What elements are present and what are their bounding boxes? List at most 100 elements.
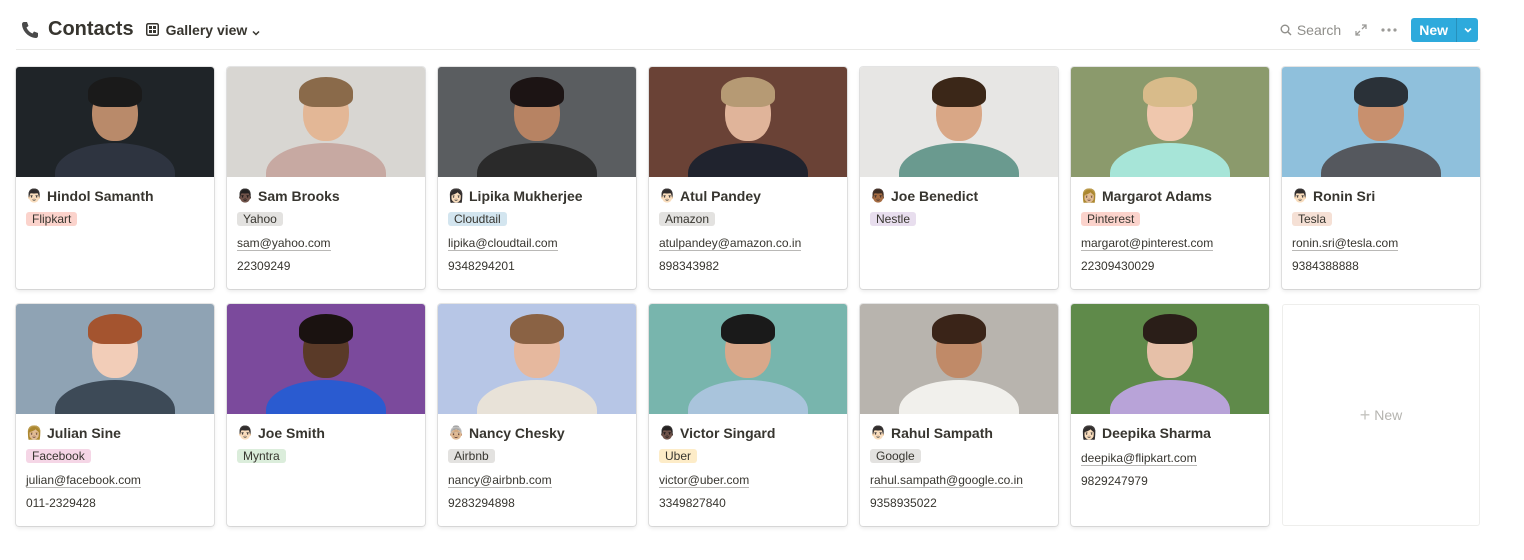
contact-emoji-icon: 👨🏿: [659, 425, 676, 441]
phone-field: 898343982: [659, 259, 720, 273]
more-icon[interactable]: [1381, 28, 1397, 32]
company-tag: Airbnb: [448, 449, 495, 463]
email-text: lipika@cloudtail.com: [448, 236, 558, 251]
card-body: 👨🏿 Sam Brooks Yahoo sam@yahoo.com 22309249: [227, 177, 425, 274]
contact-emoji-icon: 👩🏼: [26, 425, 43, 441]
contact-photo: [438, 304, 636, 414]
phone-field: 9358935022: [870, 496, 937, 510]
name-row: 👩🏼 Margarot Adams: [1081, 186, 1259, 206]
view-label: Gallery view: [165, 21, 248, 38]
card-body: 👩🏼 Margarot Adams Pinterest margarot@pinter…: [1071, 177, 1269, 274]
contact-photo: [649, 304, 847, 414]
company-tag: Facebook: [26, 449, 91, 463]
expand-icon[interactable]: [1355, 24, 1367, 36]
photo-body: [899, 380, 1019, 414]
phone-field: 9348294201: [448, 259, 515, 273]
plus-icon: +: [1359, 404, 1371, 425]
email-field[interactable]: ronin.sri@tesla.com: [1292, 236, 1470, 251]
email-field[interactable]: rahul.sampath@google.co.in: [870, 473, 1048, 488]
phone-field: 9283294898: [448, 496, 515, 510]
company-tag: Amazon: [659, 212, 716, 226]
card-body: 👵🏼 Nancy Chesky Airbnb nancy@airbnb.com 9283…: [438, 414, 636, 511]
email-text: deepika@flipkart.com: [1081, 451, 1197, 466]
contact-photo: [227, 67, 425, 177]
email-field[interactable]: julian@facebook.com: [26, 473, 204, 488]
company-tag: Pinterest: [1081, 212, 1141, 226]
contact-card[interactable]: 👨🏻 Ronin Sri Tesla ronin.sri@tesla.com 93843…: [1282, 67, 1480, 289]
card-body: 👩🏻 Deepika Sharma deepika@flipkart.com 9829…: [1071, 414, 1269, 489]
contact-card[interactable]: 👨🏿 Sam Brooks Yahoo sam@yahoo.com 22309249: [227, 67, 425, 289]
phone-field: 3349827840: [659, 496, 726, 510]
contact-name: Rahul Sampath: [891, 425, 993, 441]
contact-emoji-icon: 👵🏼: [448, 425, 465, 441]
photo-body: [688, 380, 808, 414]
email-text: atulpandey@amazon.co.in: [659, 236, 802, 251]
name-row: 👨🏻 Rahul Sampath: [870, 423, 1048, 443]
chevron-down-icon: [251, 25, 261, 36]
contact-emoji-icon: 👨🏿: [237, 188, 254, 204]
contact-emoji-icon: 👩🏻: [1081, 425, 1098, 441]
phone-field: 22309249: [237, 259, 291, 273]
name-row: 👨🏿 Victor Singard: [659, 423, 837, 443]
page-header: Contacts Gallery view Search New: [16, 14, 1480, 50]
contact-card[interactable]: 👨🏻 Joe Smith Myntra: [227, 304, 425, 526]
email-field[interactable]: nancy@airbnb.com: [448, 473, 626, 488]
photo-body: [477, 380, 597, 414]
name-row: 👨🏿 Sam Brooks: [237, 186, 415, 206]
contact-card[interactable]: 👩🏼 Margarot Adams Pinterest margarot@pinter…: [1071, 67, 1269, 289]
contact-card[interactable]: 👩🏻 Deepika Sharma deepika@flipkart.com 9829…: [1071, 304, 1269, 526]
contact-card[interactable]: 👨🏿 Victor Singard Uber victor@uber.com 33498…: [649, 304, 847, 526]
contact-emoji-icon: 👨🏾: [870, 188, 887, 204]
company-tag: Nestle: [870, 212, 917, 226]
contact-emoji-icon: 👨🏻: [26, 188, 43, 204]
contact-card[interactable]: 👩🏻 Lipika Mukherjee Cloudtail lipika@cloudt…: [438, 67, 636, 289]
contact-photo: [649, 67, 847, 177]
email-field[interactable]: deepika@flipkart.com: [1081, 451, 1259, 466]
new-options-button[interactable]: [1456, 18, 1478, 42]
email-field[interactable]: victor@uber.com: [659, 473, 837, 488]
contact-emoji-icon: 👨🏻: [870, 425, 887, 441]
contact-name: Sam Brooks: [258, 188, 340, 204]
card-body: 👩🏻 Lipika Mukherjee Cloudtail lipika@cloudt…: [438, 177, 636, 274]
name-row: 👨🏻 Hindol Samanth: [26, 186, 204, 206]
contact-emoji-icon: 👨🏻: [659, 188, 676, 204]
email-text: victor@uber.com: [659, 473, 750, 488]
photo-body: [1110, 143, 1230, 177]
email-field[interactable]: lipika@cloudtail.com: [448, 236, 626, 251]
search-button[interactable]: Search: [1280, 22, 1341, 38]
contact-card[interactable]: 👨🏻 Rahul Sampath Google rahul.sampath@googl…: [860, 304, 1058, 526]
gallery-grid: 👨🏻 Hindol Samanth Flipkart 👨🏿 Sam Brooks Yaho…: [16, 67, 1480, 526]
card-body: 👨🏻 Ronin Sri Tesla ronin.sri@tesla.com 93843…: [1282, 177, 1480, 274]
name-row: 👩🏻 Deepika Sharma: [1081, 423, 1259, 443]
card-body: 👩🏼 Julian Sine Facebook julian@facebook.com…: [16, 414, 214, 511]
contact-name: Hindol Samanth: [47, 188, 154, 204]
email-text: rahul.sampath@google.co.in: [870, 473, 1023, 488]
contact-card[interactable]: 👨🏻 Atul Pandey Amazon atulpandey@amazon.co.…: [649, 67, 847, 289]
chevron-down-icon: [1463, 27, 1472, 33]
email-field[interactable]: atulpandey@amazon.co.in: [659, 236, 837, 251]
name-row: 👩🏼 Julian Sine: [26, 423, 204, 443]
name-row: 👨🏻 Atul Pandey: [659, 186, 837, 206]
new-card-button[interactable]: + New: [1282, 304, 1480, 526]
view-switcher[interactable]: Gallery view: [145, 21, 262, 38]
photo-hair: [510, 314, 564, 344]
new-button[interactable]: New: [1411, 18, 1456, 42]
contact-card[interactable]: 👨🏻 Hindol Samanth Flipkart: [16, 67, 214, 289]
photo-body: [477, 143, 597, 177]
search-icon: [1280, 24, 1292, 36]
contact-emoji-icon: 👩🏼: [1081, 188, 1098, 204]
contact-card[interactable]: 👩🏼 Julian Sine Facebook julian@facebook.com…: [16, 304, 214, 526]
photo-hair: [932, 77, 986, 107]
contact-photo: [438, 67, 636, 177]
email-text: julian@facebook.com: [26, 473, 141, 488]
name-row: 👨🏻 Joe Smith: [237, 423, 415, 443]
photo-body: [1110, 380, 1230, 414]
contact-card[interactable]: 👨🏾 Joe Benedict Nestle: [860, 67, 1058, 289]
contact-card[interactable]: 👵🏼 Nancy Chesky Airbnb nancy@airbnb.com 9283…: [438, 304, 636, 526]
photo-body: [55, 143, 175, 177]
company-tag: Uber: [659, 449, 698, 463]
photo-hair: [299, 314, 353, 344]
phone-field: 9384388888: [1292, 259, 1359, 273]
email-field[interactable]: sam@yahoo.com: [237, 236, 415, 251]
email-field[interactable]: margarot@pinterest.com: [1081, 236, 1259, 251]
